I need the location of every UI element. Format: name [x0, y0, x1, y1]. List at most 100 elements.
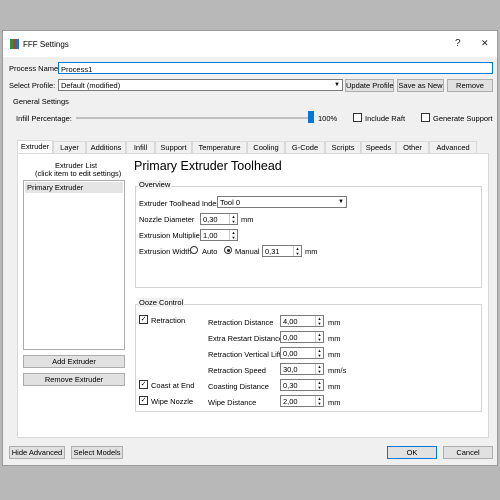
extrusion-width-spinbox[interactable]: 0,31 ▲ ▼	[262, 245, 302, 257]
coasting-distance-label: Coasting Distance	[208, 382, 269, 391]
infill-percentage-label: Infill Percentage:	[16, 114, 72, 123]
retraction-checkbox[interactable]: ✓	[139, 315, 148, 324]
tab-temperature[interactable]: Temperature	[192, 141, 247, 153]
coasting-distance-spinbox[interactable]: 0,30 ▲ ▼	[280, 379, 324, 391]
retraction-vertical-lift-unit: mm	[328, 350, 341, 359]
retraction-speed-label: Retraction Speed	[208, 366, 266, 375]
toolhead-heading: Primary Extruder Toolhead	[134, 159, 282, 173]
nozzle-diameter-value: 0,30	[203, 215, 218, 224]
spin-arrows-icon[interactable]: ▲ ▼	[315, 364, 323, 374]
retraction-distance-label: Retraction Distance	[208, 318, 274, 327]
spin-arrows-icon[interactable]: ▲ ▼	[315, 380, 323, 390]
spin-arrows-icon[interactable]: ▲ ▼	[315, 316, 323, 326]
infill-percentage-value: 100%	[318, 114, 338, 123]
ooze-control-title: Ooze Control	[138, 298, 185, 307]
process-name-label: Process Name:	[9, 64, 61, 73]
tab-layer[interactable]: Layer	[53, 141, 86, 153]
width-manual-radio[interactable]	[224, 246, 232, 254]
update-profile-button[interactable]: Update Profile	[345, 79, 394, 92]
spin-arrows-icon[interactable]: ▲ ▼	[229, 230, 237, 240]
spin-arrows-icon[interactable]: ▲ ▼	[315, 332, 323, 342]
toolhead-index-dropdown[interactable]: Tool 0 ▼	[217, 196, 347, 208]
retraction-vertical-lift-label: Retraction Vertical Lift	[208, 350, 281, 359]
coasting-distance-value: 0,30	[283, 381, 298, 390]
hide-advanced-button[interactable]: Hide Advanced	[9, 446, 65, 459]
retraction-distance-value: 4,00	[283, 317, 298, 326]
retraction-speed-value: 30,0	[283, 365, 298, 374]
tab-cooling[interactable]: Cooling	[247, 141, 285, 153]
coast-at-end-checkbox[interactable]: ✓	[139, 380, 148, 389]
spin-arrows-icon[interactable]: ▲ ▼	[229, 214, 237, 224]
retraction-distance-unit: mm	[328, 318, 341, 327]
extruder-list-item[interactable]: Primary Extruder	[25, 182, 123, 193]
remove-extruder-button[interactable]: Remove Extruder	[23, 373, 125, 386]
width-manual-label: Manual	[235, 247, 260, 256]
retraction-label: Retraction	[151, 316, 186, 325]
fff-settings-window: FFF Settings ? ✕ Process Name: Process1 …	[2, 30, 498, 466]
retraction-vertical-lift-spinbox[interactable]: 0,00 ▲ ▼	[280, 347, 324, 359]
profile-dropdown[interactable]: Default (modified) ▼	[58, 79, 343, 91]
toolhead-index-value: Tool 0	[220, 198, 241, 207]
width-auto-label: Auto	[202, 247, 218, 256]
save-as-new-button[interactable]: Save as New	[397, 79, 444, 92]
spin-arrows-icon[interactable]: ▲ ▼	[315, 396, 323, 406]
retraction-distance-spinbox[interactable]: 4,00 ▲ ▼	[280, 315, 324, 327]
general-settings-title: General Settings	[13, 97, 69, 106]
include-raft-checkbox[interactable]	[353, 113, 362, 122]
extrusion-width-label: Extrusion Width	[139, 247, 192, 256]
retraction-speed-spinbox[interactable]: 30,0 ▲ ▼	[280, 363, 324, 375]
extrusion-width-value: 0,31	[265, 247, 280, 256]
add-extruder-button[interactable]: Add Extruder	[23, 355, 125, 368]
extrusion-width-unit: mm	[305, 247, 318, 256]
infill-slider-track[interactable]	[76, 117, 314, 119]
extra-restart-distance-label: Extra Restart Distance	[208, 334, 284, 343]
window-title: FFF Settings	[23, 40, 69, 49]
extrusion-multiplier-label: Extrusion Multiplier	[139, 231, 203, 240]
tab-other[interactable]: Other	[396, 141, 429, 153]
extra-restart-distance-value: 0,00	[283, 333, 298, 342]
chevron-down-icon: ▼	[334, 82, 340, 88]
tab-speeds[interactable]: Speeds	[361, 141, 396, 153]
wipe-nozzle-checkbox[interactable]: ✓	[139, 396, 148, 405]
cancel-button[interactable]: Cancel	[443, 446, 493, 459]
coast-at-end-label: Coast at End	[151, 381, 195, 390]
tab-advanced[interactable]: Advanced	[429, 141, 477, 153]
wipe-distance-spinbox[interactable]: 2,00 ▲ ▼	[280, 395, 324, 407]
wipe-distance-label: Wipe Distance	[208, 398, 257, 407]
spin-arrows-icon[interactable]: ▲ ▼	[293, 246, 301, 256]
extrusion-multiplier-value: 1,00	[203, 231, 218, 240]
extra-restart-distance-spinbox[interactable]: 0,00 ▲ ▼	[280, 331, 324, 343]
width-auto-radio[interactable]	[190, 246, 198, 254]
simplify3d-app-icon	[10, 39, 19, 49]
nozzle-diameter-spinbox[interactable]: 0,30 ▲ ▼	[200, 213, 238, 225]
remove-profile-button[interactable]: Remove	[447, 79, 493, 92]
infill-slider-thumb[interactable]	[308, 111, 314, 123]
profile-dropdown-value: Default (modified)	[61, 81, 121, 90]
extrusion-multiplier-spinbox[interactable]: 1,00 ▲ ▼	[200, 229, 238, 241]
tab-additions[interactable]: Additions	[86, 141, 126, 153]
coasting-distance-unit: mm	[328, 382, 341, 391]
wipe-distance-value: 2,00	[283, 397, 298, 406]
select-models-button[interactable]: Select Models	[71, 446, 123, 459]
extra-restart-distance-unit: mm	[328, 334, 341, 343]
retraction-speed-unit: mm/s	[328, 366, 347, 375]
retraction-vertical-lift-value: 0,00	[283, 349, 298, 358]
tab-infill[interactable]: Infill	[126, 141, 155, 153]
extruder-list: Primary Extruder	[23, 180, 125, 350]
spin-arrows-icon[interactable]: ▲ ▼	[315, 348, 323, 358]
nozzle-diameter-unit: mm	[241, 215, 254, 224]
tab-support[interactable]: Support	[155, 141, 192, 153]
ok-button[interactable]: OK	[387, 446, 437, 459]
extruder-tab-panel: Extruder List (click item to edit settin…	[17, 153, 489, 438]
generate-support-label: Generate Support	[433, 114, 493, 123]
close-icon[interactable]: ✕	[481, 38, 489, 49]
wipe-nozzle-label: Wipe Nozzle	[151, 397, 194, 406]
help-icon[interactable]: ?	[455, 38, 461, 49]
tab-extruder[interactable]: Extruder	[17, 140, 53, 154]
tab-gcode[interactable]: G-Code	[285, 141, 325, 153]
toolhead-index-label: Extruder Toolhead Index	[139, 199, 221, 208]
generate-support-checkbox[interactable]	[421, 113, 430, 122]
process-name-input[interactable]: Process1	[58, 62, 493, 74]
title-bar: FFF Settings ? ✕	[3, 31, 497, 57]
tab-scripts[interactable]: Scripts	[325, 141, 361, 153]
